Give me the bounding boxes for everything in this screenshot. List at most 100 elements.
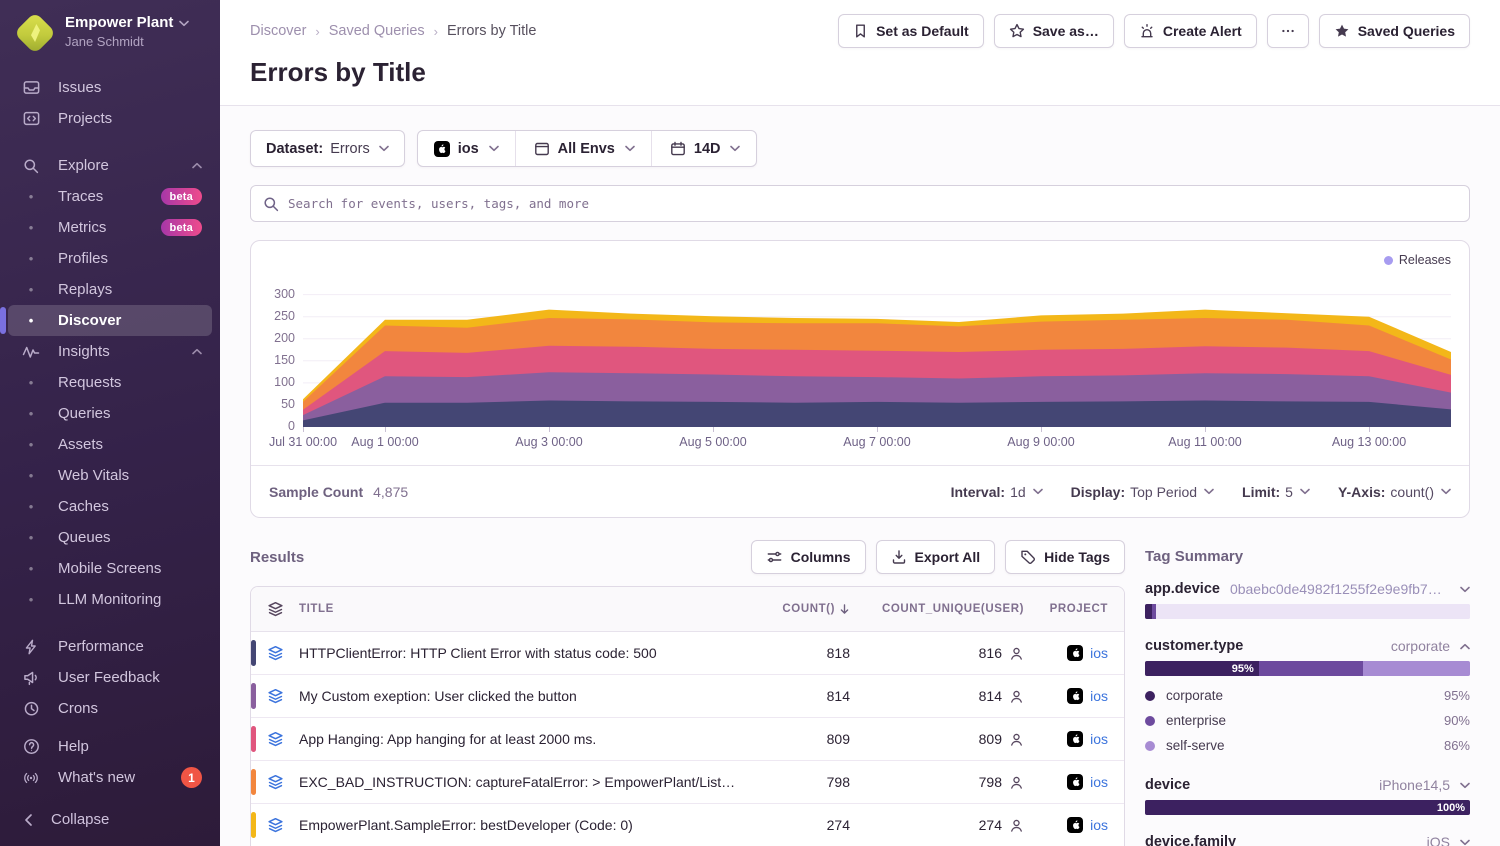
sidebar-group-explore[interactable]: Explore	[8, 150, 212, 181]
environment-filter[interactable]: All Envs	[515, 131, 651, 166]
sidebar-item-assets[interactable]: •Assets	[8, 429, 212, 460]
hide-tags-button[interactable]: Hide Tags	[1005, 540, 1125, 574]
sidebar-collapse[interactable]: Collapse	[0, 799, 220, 846]
sidebar-item-mobile-screens[interactable]: •Mobile Screens	[8, 553, 212, 584]
column-header-count[interactable]: COUNT()	[754, 603, 854, 615]
project-link[interactable]: ios	[1090, 645, 1108, 661]
date-range-filter[interactable]: 14D	[651, 131, 757, 166]
stack-icon[interactable]	[251, 601, 299, 618]
sidebar-group-insights[interactable]: Insights	[8, 336, 212, 367]
tag-header[interactable]: deviceiPhone14,5	[1145, 777, 1470, 793]
sidebar-item-llm-monitoring[interactable]: •LLM Monitoring	[8, 584, 212, 615]
chart-control-interval[interactable]: Interval:1d	[951, 484, 1043, 500]
search-icon	[22, 158, 40, 174]
error-title[interactable]: My Custom exeption: User clicked the but…	[299, 688, 754, 704]
project-filter-value: ios	[458, 141, 479, 157]
sidebar-item-replays[interactable]: •Replays	[8, 274, 212, 305]
column-header-project[interactable]: PROJECT	[1024, 603, 1124, 615]
sidebar-item-caches[interactable]: •Caches	[8, 491, 212, 522]
tag-header[interactable]: device.familyiOS	[1145, 834, 1470, 846]
tag-distribution-bar[interactable]: 100%	[1145, 800, 1470, 815]
more-options-button[interactable]	[1267, 14, 1309, 48]
chart-control-display[interactable]: Display:Top Period	[1071, 484, 1214, 500]
user-icon	[1009, 646, 1024, 661]
org-switcher[interactable]: Empower Plant Jane Schmidt	[0, 0, 220, 62]
search-input[interactable]	[288, 196, 1457, 211]
saved-queries-button[interactable]: Saved Queries	[1319, 14, 1470, 48]
dataset-filter[interactable]: Dataset: Errors	[250, 130, 405, 167]
project-link[interactable]: ios	[1090, 688, 1108, 704]
breadcrumb-separator: ›	[434, 24, 438, 39]
error-title[interactable]: EmpowerPlant.SampleError: bestDeveloper …	[299, 817, 754, 833]
count-value: 809	[754, 731, 854, 747]
tag-breakdown-row[interactable]: enterprise90%	[1145, 708, 1470, 733]
table-row[interactable]: HTTPClientError: HTTP Client Error with …	[251, 632, 1124, 675]
broadcast-icon	[22, 770, 40, 786]
tag-top-value: iOS	[1246, 834, 1450, 846]
alert-icon	[1139, 23, 1155, 39]
tag-header[interactable]: app.device 0baebc0de4982f1255f2e9e9fb7…	[1145, 581, 1470, 597]
sidebar-item-requests[interactable]: •Requests	[8, 367, 212, 398]
sidebar-item-queries[interactable]: •Queries	[8, 398, 212, 429]
error-title[interactable]: EXC_BAD_INSTRUCTION: captureFatalError: …	[299, 774, 754, 790]
sidebar-item-what-s-new[interactable]: What's new1	[8, 762, 212, 793]
sidebar-item-profiles[interactable]: •Profiles	[8, 243, 212, 274]
tag-distribution-bar[interactable]: 95%	[1145, 661, 1470, 676]
column-header-count-unique[interactable]: COUNT_UNIQUE(USER)	[854, 603, 1024, 615]
error-title[interactable]: App Hanging: App hanging for at least 20…	[299, 731, 754, 747]
saved-queries-label: Saved Queries	[1358, 23, 1455, 39]
project-cell: ios	[1024, 774, 1124, 790]
sidebar-item-web-vitals[interactable]: •Web Vitals	[8, 460, 212, 491]
tag-breakdown-row[interactable]: corporate95%	[1145, 683, 1470, 708]
project-link[interactable]: ios	[1090, 817, 1108, 833]
tag-distribution-bar[interactable]	[1145, 604, 1470, 619]
sidebar-item-help[interactable]: Help	[8, 731, 212, 762]
project-link[interactable]: ios	[1090, 774, 1108, 790]
sidebar-section: PerformanceUser FeedbackCrons	[8, 631, 212, 724]
insights-icon	[22, 344, 40, 360]
breadcrumb-discover[interactable]: Discover	[250, 23, 306, 39]
x-axis-tick-label: Aug 1 00:00	[351, 435, 418, 449]
save-as-button[interactable]: Save as…	[994, 14, 1114, 48]
set-as-default-button[interactable]: Set as Default	[838, 14, 984, 48]
breadcrumb-saved-queries[interactable]: Saved Queries	[329, 23, 425, 39]
tag-name: app.device	[1145, 581, 1220, 597]
error-title[interactable]: HTTPClientError: HTTP Client Error with …	[299, 645, 754, 661]
sidebar-item-user-feedback[interactable]: User Feedback	[8, 662, 212, 693]
create-alert-button[interactable]: Create Alert	[1124, 14, 1257, 48]
sidebar-item-issues[interactable]: Issues	[8, 72, 212, 103]
project-link[interactable]: ios	[1090, 731, 1108, 747]
stack-icon	[251, 817, 299, 834]
chart-legend[interactable]: Releases	[1384, 253, 1451, 267]
tag-header[interactable]: customer.typecorporate	[1145, 638, 1470, 654]
table-row[interactable]: EmpowerPlant.SampleError: bestDeveloper …	[251, 804, 1124, 846]
count-unique-value: 274	[979, 817, 1002, 833]
filter-bar: Dataset: Errors ios All Envs	[250, 130, 1470, 167]
sidebar-item-discover[interactable]: •Discover	[8, 305, 212, 336]
sidebar-item-projects[interactable]: Projects	[8, 103, 212, 134]
table-row[interactable]: My Custom exeption: User clicked the but…	[251, 675, 1124, 718]
tag-breakdown-row[interactable]: self-serve86%	[1145, 733, 1470, 758]
column-header-title[interactable]: TITLE	[299, 603, 754, 615]
project-cell: ios	[1024, 731, 1124, 747]
sidebar-item-metrics[interactable]: •Metricsbeta	[8, 212, 212, 243]
sidebar-item-queues[interactable]: •Queues	[8, 522, 212, 553]
columns-button[interactable]: Columns	[751, 540, 866, 574]
chart-control-y-axis[interactable]: Y-Axis:count()	[1338, 484, 1451, 500]
bullet-dot-icon: •	[22, 561, 40, 576]
sidebar-item-label: Requests	[58, 374, 121, 391]
sidebar-item-performance[interactable]: Performance	[8, 631, 212, 662]
series-color-indicator	[251, 812, 256, 838]
tag-top-value: 0baebc0de4982f1255f2e9e9fb7…	[1230, 581, 1450, 597]
stack-icon	[251, 774, 299, 791]
chart-control-limit[interactable]: Limit:5	[1242, 484, 1310, 500]
project-filter[interactable]: ios	[418, 131, 515, 166]
table-row[interactable]: App Hanging: App hanging for at least 20…	[251, 718, 1124, 761]
sidebar-item-traces[interactable]: •Tracesbeta	[8, 181, 212, 212]
export-all-button[interactable]: Export All	[876, 540, 996, 574]
chart-plot-area[interactable]	[303, 277, 1451, 427]
x-axis-tick-label: Jul 31 00:00	[269, 435, 337, 449]
sidebar-item-crons[interactable]: Crons	[8, 693, 212, 724]
table-row[interactable]: EXC_BAD_INSTRUCTION: captureFatalError: …	[251, 761, 1124, 804]
x-axis-tick-label: Aug 7 00:00	[843, 435, 910, 449]
